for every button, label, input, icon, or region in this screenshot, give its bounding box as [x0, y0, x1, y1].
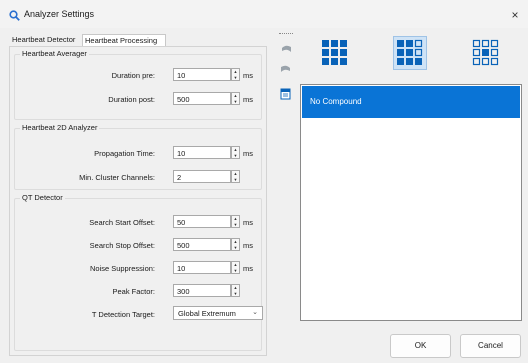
- propagation-time-input[interactable]: 10: [173, 146, 231, 159]
- noise-suppression-label: Noise Suppression:: [89, 264, 155, 273]
- magnifier-icon: [9, 10, 20, 21]
- chevron-down-icon: ⌄: [252, 309, 258, 316]
- peak-factor-label: Peak Factor:: [112, 287, 155, 296]
- noise-suppression-input[interactable]: 10: [173, 261, 231, 274]
- noise-suppression-unit: ms: [243, 264, 253, 273]
- close-button[interactable]: ×: [506, 6, 524, 24]
- undo-icon[interactable]: [279, 43, 293, 55]
- redo-icon[interactable]: [279, 63, 293, 75]
- group-qt-detector: QT Detector Search Start Offset: 50 ▲ ▼ m…: [14, 193, 263, 351]
- search-stop-offset-label: Search Stop Offset:: [89, 241, 155, 250]
- propagation-time-unit: ms: [243, 149, 253, 158]
- min-cluster-channels-spinner[interactable]: ▲ ▼: [231, 170, 240, 183]
- search-start-offset-spinner[interactable]: ▲ ▼: [231, 215, 240, 228]
- search-stop-offset-input[interactable]: 500: [173, 238, 231, 251]
- group-heartbeat-averager: Heartbeat Averager Duration pre: 10 ▲ ▼ m…: [14, 49, 262, 120]
- min-cluster-channels-label: Min. Cluster Channels:: [79, 173, 155, 182]
- group-title: Heartbeat 2D Analyzer: [20, 123, 100, 132]
- ok-button[interactable]: OK: [390, 334, 451, 358]
- tab-heartbeat-detector[interactable]: Heartbeat Detector: [10, 34, 82, 46]
- document-icon[interactable]: [279, 88, 293, 100]
- window-title: Analyzer Settings: [24, 9, 95, 19]
- tab-panel: Heartbeat Averager Duration pre: 10 ▲ ▼ m…: [9, 46, 267, 356]
- search-start-offset-label: Search Start Offset:: [89, 218, 155, 227]
- duration-post-input[interactable]: 500: [173, 92, 231, 105]
- duration-pre-input[interactable]: 10: [173, 68, 231, 81]
- duration-pre-label: Duration pre:: [111, 71, 155, 80]
- toolbar-grip: [279, 33, 293, 35]
- peak-factor-input[interactable]: 300: [173, 284, 231, 297]
- duration-pre-unit: ms: [243, 71, 253, 80]
- grid-all-icon: [322, 40, 347, 65]
- t-detection-target-select[interactable]: Global Extremum ⌄: [173, 306, 263, 320]
- duration-post-unit: ms: [243, 95, 253, 104]
- view-mixed-button[interactable]: [393, 36, 427, 70]
- duration-post-spinner[interactable]: ▲ ▼: [231, 92, 240, 105]
- compound-list[interactable]: No Compound: [300, 84, 522, 321]
- search-stop-offset-spinner[interactable]: ▲ ▼: [231, 238, 240, 251]
- propagation-time-spinner[interactable]: ▲ ▼: [231, 146, 240, 159]
- view-center-button[interactable]: [469, 36, 503, 70]
- list-item-no-compound[interactable]: No Compound: [302, 86, 520, 118]
- peak-factor-spinner[interactable]: ▲ ▼: [231, 284, 240, 297]
- duration-post-label: Duration post:: [108, 95, 155, 104]
- grid-mixed-icon: [397, 39, 423, 65]
- grid-center-icon: [472, 39, 499, 66]
- group-title: Heartbeat Averager: [20, 49, 89, 58]
- noise-suppression-spinner[interactable]: ▲ ▼: [231, 261, 240, 274]
- propagation-time-label: Propagation Time:: [94, 149, 155, 158]
- search-stop-offset-unit: ms: [243, 241, 253, 250]
- min-cluster-channels-input[interactable]: 2: [173, 170, 231, 183]
- group-heartbeat-2d-analyzer: Heartbeat 2D Analyzer Propagation Time: …: [14, 123, 262, 190]
- t-detection-target-label: T Detection Target:: [91, 310, 155, 319]
- duration-pre-spinner[interactable]: ▲ ▼: [231, 68, 240, 81]
- t-detection-target-value: Global Extremum: [178, 309, 236, 318]
- view-all-button[interactable]: [318, 36, 352, 70]
- search-start-offset-input[interactable]: 50: [173, 215, 231, 228]
- search-start-offset-unit: ms: [243, 218, 253, 227]
- cancel-button[interactable]: Cancel: [460, 334, 521, 358]
- group-title: QT Detector: [20, 193, 65, 202]
